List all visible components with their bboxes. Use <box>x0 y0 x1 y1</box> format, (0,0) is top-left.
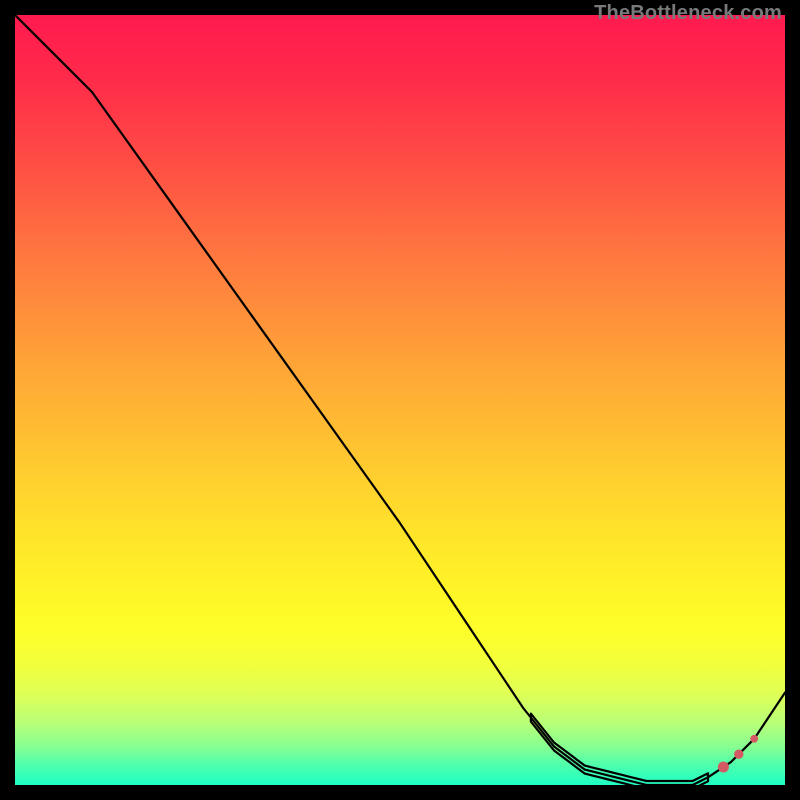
watermark-text: TheBottleneck.com <box>594 2 782 25</box>
dots-layer <box>718 735 758 773</box>
plot-area <box>15 15 785 785</box>
highlight-dot <box>734 750 743 759</box>
bottleneck-curve <box>15 15 785 785</box>
curve-layer <box>15 15 785 785</box>
chart-frame: TheBottleneck.com <box>0 0 800 800</box>
highlight-dot <box>750 735 758 743</box>
highlight-dot <box>718 762 729 773</box>
